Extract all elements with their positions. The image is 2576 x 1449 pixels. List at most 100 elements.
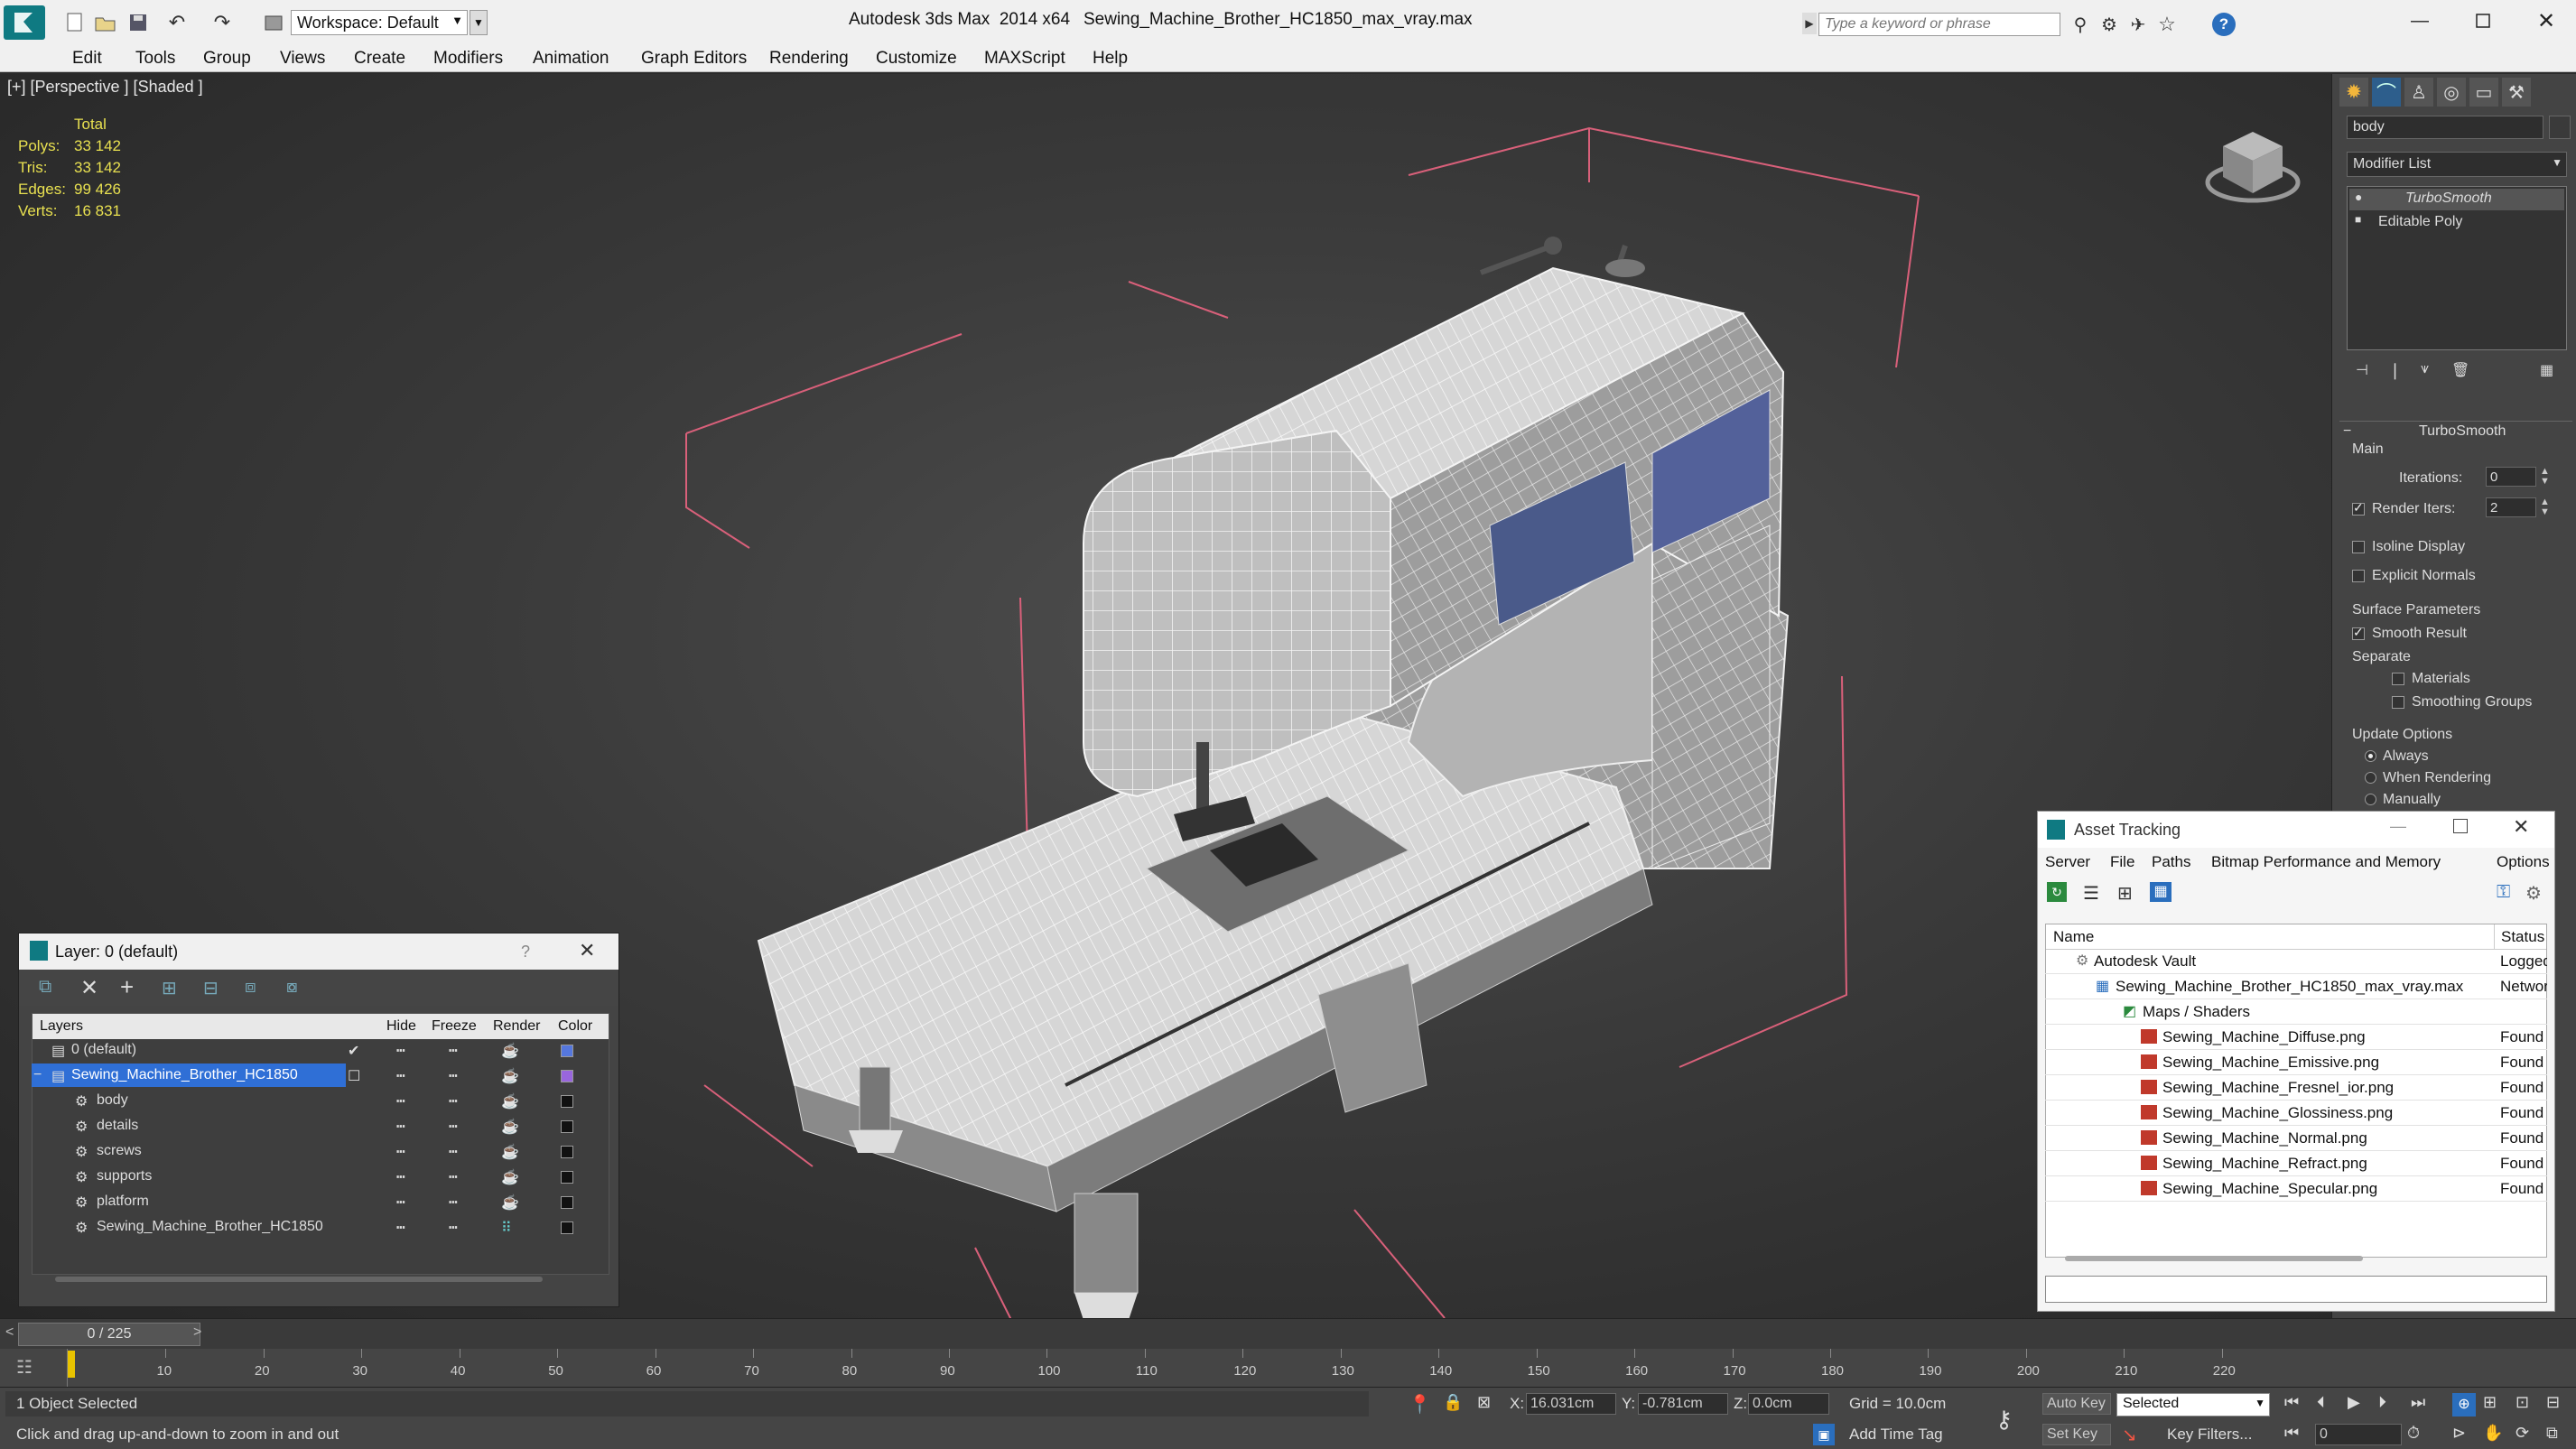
- column-divider[interactable]: [2494, 924, 2495, 950]
- binoculars-icon[interactable]: ⚲: [2068, 13, 2093, 36]
- render-iters-spinner[interactable]: [2486, 497, 2536, 517]
- zoom-all-icon[interactable]: ⊞: [2483, 1393, 2497, 1412]
- go-to-start-icon[interactable]: ⏮: [2284, 1393, 2299, 1412]
- asset-row[interactable]: ⚙ Autodesk Vault Logged: [2045, 949, 2547, 974]
- auto-key-button[interactable]: Auto Key: [2042, 1393, 2111, 1415]
- spinner-arrows-icon[interactable]: ▲ ▼: [2540, 467, 2550, 487]
- always-radio[interactable]: [2365, 750, 2376, 762]
- render-teapot-icon[interactable]: ☕: [501, 1092, 519, 1110]
- absolute-mode-icon[interactable]: ⊠: [1477, 1393, 1491, 1412]
- explicit-normals-checkbox[interactable]: [2352, 570, 2365, 582]
- orbit-icon[interactable]: ⟳: [2516, 1424, 2529, 1443]
- render-helper-icon[interactable]: ⠿: [501, 1219, 512, 1237]
- expand-icon[interactable]: ■: [2355, 213, 2361, 226]
- asset-row[interactable]: Sewing_Machine_Diffuse.png Found: [2045, 1025, 2547, 1050]
- lightbulb-icon[interactable]: ●: [2355, 190, 2362, 204]
- hide-toggle[interactable]: ┅: [396, 1194, 405, 1212]
- time-config-icon[interactable]: ⏱: [2407, 1424, 2420, 1443]
- time-slider-prev-icon[interactable]: <: [5, 1324, 14, 1341]
- menu-group[interactable]: Group: [203, 49, 251, 69]
- maximize-viewport-icon[interactable]: ⧉: [2546, 1424, 2558, 1443]
- layer-color-swatch[interactable]: [561, 1120, 573, 1133]
- asset-row[interactable]: Sewing_Machine_Refract.png Found: [2045, 1151, 2547, 1176]
- add-to-layer-icon[interactable]: ⊞: [162, 977, 177, 999]
- modifier-list-dropdown[interactable]: Modifier List ▼: [2347, 152, 2567, 177]
- when-rendering-radio[interactable]: [2365, 772, 2376, 784]
- y-coord-field[interactable]: -0.781cm: [1638, 1393, 1728, 1415]
- open-file-icon[interactable]: [94, 11, 117, 34]
- hide-toggle[interactable]: ┅: [396, 1143, 405, 1161]
- menu-create[interactable]: Create: [354, 49, 405, 69]
- freeze-toggle[interactable]: ┅: [449, 1042, 458, 1060]
- x-coord-field[interactable]: 16.031cm: [1526, 1393, 1616, 1415]
- workspace-menu-icon[interactable]: ▼: [470, 10, 488, 35]
- freeze-toggle[interactable]: ┅: [449, 1168, 458, 1186]
- highlight-layer-icon[interactable]: ⧈: [245, 977, 256, 998]
- close-icon[interactable]: ✕: [579, 939, 595, 962]
- spinner-arrows-icon[interactable]: ▲ ▼: [2540, 497, 2550, 517]
- time-slider[interactable]: < 0 / 225 >: [0, 1318, 2576, 1349]
- materials-checkbox[interactable]: [2392, 673, 2404, 685]
- selection-set-dropdown[interactable]: Selected ▼: [2116, 1393, 2270, 1416]
- play-icon[interactable]: ▶: [2348, 1393, 2360, 1412]
- current-layer-box-icon[interactable]: ☐: [348, 1067, 360, 1085]
- expand-icon[interactable]: −: [33, 1067, 42, 1083]
- column-layers[interactable]: Layers: [40, 1018, 83, 1035]
- layer-color-swatch[interactable]: [561, 1171, 573, 1184]
- column-color[interactable]: Color: [558, 1018, 592, 1035]
- list-view-icon[interactable]: ☰: [2083, 882, 2099, 905]
- rollout-title[interactable]: TurboSmooth: [2419, 423, 2506, 440]
- object-row[interactable]: ⚙ platform ┅ ┅ ☕: [32, 1190, 617, 1215]
- layer-window-titlebar[interactable]: Layer: 0 (default) ? ✕: [19, 933, 618, 970]
- tree-view-icon[interactable]: ⊞: [2117, 882, 2133, 905]
- pin-stack-icon[interactable]: ⊣: [2356, 361, 2368, 379]
- asset-row[interactable]: Sewing_Machine_Emissive.png Found: [2045, 1050, 2547, 1075]
- manually-radio[interactable]: [2365, 794, 2376, 805]
- layer-color-swatch[interactable]: [561, 1196, 573, 1209]
- show-end-result-icon[interactable]: ❘: [2388, 361, 2402, 380]
- set-key-button[interactable]: Set Key: [2042, 1424, 2111, 1445]
- layer-horizontal-scrollbar[interactable]: [55, 1277, 543, 1282]
- object-row[interactable]: ⚙ supports ┅ ┅ ☕: [32, 1165, 617, 1190]
- mini-curve-editor-icon[interactable]: ☷: [16, 1356, 33, 1379]
- column-hide[interactable]: Hide: [386, 1018, 416, 1035]
- menu-animation[interactable]: Animation: [533, 49, 609, 69]
- menu-edit[interactable]: Edit: [72, 49, 102, 69]
- menu-help[interactable]: Help: [1093, 49, 1128, 69]
- make-unique-icon[interactable]: ⩛: [2421, 361, 2429, 377]
- menu-tools[interactable]: Tools: [135, 49, 175, 69]
- isolate-selection-icon[interactable]: 📍: [1409, 1393, 1431, 1416]
- stack-item-turbosmooth[interactable]: ● TurboSmooth: [2349, 189, 2564, 210]
- hide-toggle[interactable]: ┅: [396, 1092, 405, 1110]
- stack-item-editable-poly[interactable]: ■ Editable Poly: [2349, 212, 2564, 232]
- zoom-extents-all-icon[interactable]: ⊟: [2546, 1393, 2560, 1412]
- key-filters-button[interactable]: Key Filters...: [2167, 1426, 2252, 1444]
- column-status[interactable]: Status: [2501, 928, 2544, 946]
- new-file-icon[interactable]: [63, 11, 87, 34]
- asset-titlebar[interactable]: Asset Tracking — ✕: [2038, 812, 2554, 848]
- asset-row[interactable]: Sewing_Machine_Normal.png Found: [2045, 1126, 2547, 1151]
- freeze-toggle[interactable]: ┅: [449, 1067, 458, 1085]
- object-row[interactable]: ⚙ body ┅ ┅ ☕: [32, 1089, 617, 1114]
- smoothing-groups-checkbox[interactable]: [2392, 696, 2404, 709]
- layer-tool-icon[interactable]: ⧉: [39, 977, 51, 998]
- object-color-swatch[interactable]: [2549, 116, 2571, 139]
- 3dsmax-logo-icon[interactable]: [4, 5, 45, 40]
- hide-toggle[interactable]: ┅: [396, 1042, 405, 1060]
- freeze-toggle[interactable]: ┅: [449, 1118, 458, 1136]
- freeze-toggle[interactable]: ┅: [449, 1092, 458, 1110]
- selection-lock-icon[interactable]: 🔒: [1443, 1393, 1463, 1412]
- search-input[interactable]: [1818, 13, 2060, 36]
- communication-icon[interactable]: ✈: [2125, 13, 2151, 36]
- remove-modifier-icon[interactable]: 🗑: [2451, 361, 2469, 379]
- object-row[interactable]: ⚙ details ┅ ┅ ☕: [32, 1114, 617, 1139]
- layer-row[interactable]: ▤ 0 (default) ✔ ┅ ┅ ☕: [32, 1038, 617, 1064]
- modifier-stack[interactable]: ● TurboSmooth ■ Editable Poly: [2347, 186, 2567, 350]
- menu-graph-editors[interactable]: Graph Editors: [641, 49, 747, 69]
- project-folder-icon[interactable]: [262, 11, 285, 34]
- menu-rendering[interactable]: Rendering: [769, 49, 849, 69]
- layer-help-button[interactable]: ?: [521, 943, 530, 961]
- refresh-icon[interactable]: ↻: [2047, 882, 2067, 902]
- create-layer-icon[interactable]: +: [120, 973, 134, 1001]
- asset-row[interactable]: Sewing_Machine_Fresnel_ior.png Found: [2045, 1075, 2547, 1101]
